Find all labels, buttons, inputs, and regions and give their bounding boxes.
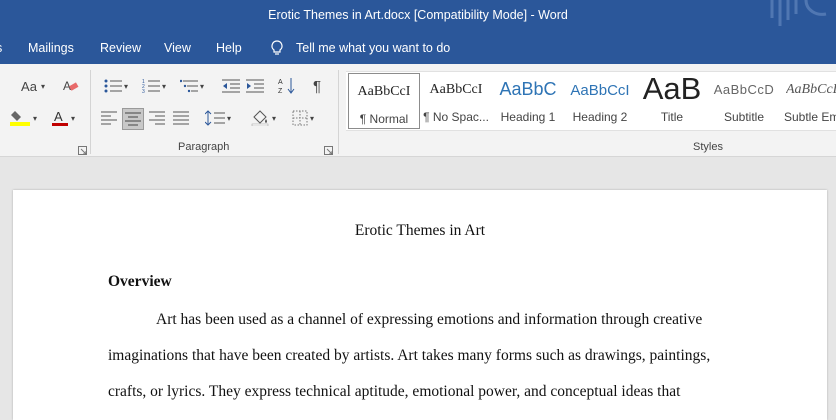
paragraph-group-label: Paragraph [178,141,230,153]
center-button[interactable] [122,108,144,130]
paragraph-line-1: Art has been used as a channel of expres… [156,311,703,328]
clear-formatting-button[interactable]: A [60,76,82,96]
tab-review[interactable]: Review [100,41,141,55]
tab-help[interactable]: Help [216,41,242,55]
borders-button[interactable]: ▾ [286,108,320,128]
style-name: Heading 2 [572,110,628,124]
styles-gallery: AaBbCcI ¶ Normal AaBbCcI ¶ No Spac... Aa… [346,71,836,131]
style-no-spacing[interactable]: AaBbCcI ¶ No Spac... [420,72,492,130]
style-sample: AaBbC [499,79,557,99]
chevron-down-icon: ▾ [161,81,166,91]
style-name: Subtle Em [784,110,836,124]
style-heading-2[interactable]: AaBbCcI Heading 2 [564,72,636,130]
sort-az-icon: AZ [278,78,295,95]
align-right-button[interactable] [146,108,168,128]
tab-mailings[interactable]: Mailings [28,41,74,55]
increase-indent-icon [246,79,264,93]
styles-group-label: Styles [693,141,723,153]
style-name: ¶ Normal [359,112,409,126]
decrease-indent-icon [222,79,240,93]
decrease-indent-button[interactable] [220,76,242,96]
style-normal[interactable]: AaBbCcI ¶ Normal [348,73,420,129]
svg-text:A: A [54,109,63,124]
increase-indent-button[interactable] [244,76,266,96]
bullet-list-icon [104,79,122,93]
ribbon: Aa ▾ A ▾ A ▾ ▾ 123 ▾ ▾ AZ ¶ ▾ ▾ ▾ Paragr… [0,64,836,157]
style-name: Subtitle [723,110,765,124]
pilcrow-icon: ¶ [312,77,322,95]
svg-text:3: 3 [142,89,145,93]
tab-partial[interactable]: s [0,41,2,55]
style-sample: AaB [642,71,702,106]
group-separator [90,70,91,154]
multilevel-list-button[interactable]: ▾ [176,76,208,96]
chevron-down-icon: ▾ [199,81,204,91]
chevron-down-icon: ▾ [309,113,314,123]
section-heading: Overview [108,273,172,290]
align-left-icon [101,111,117,125]
paint-bucket-icon [251,110,269,126]
group-separator [338,70,339,154]
style-sample: AaBbCcI [357,84,411,99]
align-justify-icon [173,111,189,125]
highlighter-icon [9,111,30,126]
style-name: Title [660,110,684,124]
window-title: Erotic Themes in Art.docx [Compatibility… [268,8,568,22]
align-left-button[interactable] [98,108,120,128]
align-center-icon [125,112,141,126]
style-name: ¶ No Spac... [423,110,489,124]
align-right-icon [149,111,165,125]
paragraph-dialog-launcher-icon[interactable] [324,142,333,155]
title-bar: Erotic Themes in Art.docx [Compatibility… [0,0,836,32]
tab-view[interactable]: View [164,41,191,55]
line-spacing-button[interactable]: ▾ [200,108,236,128]
highlight-color-button[interactable]: ▾ [6,108,40,128]
numbered-list-icon: 123 [142,79,160,93]
document-title: Erotic Themes in Art [354,222,486,239]
numbering-button[interactable]: 123 ▾ [138,76,170,96]
svg-text:A: A [278,79,283,86]
style-sample: AaBbCcI [570,82,630,99]
style-sample: AaBbCcD [786,82,836,97]
paragraph-line-3: crafts, or lyrics. They express technica… [108,383,681,400]
font-color-button[interactable]: A ▾ [46,108,80,128]
chevron-down-icon: ▾ [123,81,128,91]
change-case-button[interactable]: Aa ▾ [16,76,50,96]
style-sample: AaBbCcD [713,82,775,97]
font-color-icon: A [51,109,68,126]
borders-icon [292,110,308,126]
chevron-down-icon: ▾ [271,113,276,123]
style-sample: AaBbCcI [429,82,483,97]
style-subtle-emphasis[interactable]: AaBbCcD Subtle Em [780,72,836,130]
chevron-down-icon: ▾ [40,81,45,91]
chevron-down-icon: ▾ [32,113,37,123]
document-page[interactable]: Erotic Themes in Art Overview Art has be… [13,190,827,420]
style-subtitle[interactable]: AaBbCcD Subtitle [708,72,780,130]
sort-button[interactable]: AZ [276,76,298,96]
title-bar-decoration [766,0,836,32]
paragraph-line-2: imaginations that have been created by a… [108,347,711,364]
decoration-art-icon [770,0,827,26]
change-case-label: Aa [21,78,37,94]
multilevel-list-icon [179,79,198,93]
bullets-button[interactable]: ▾ [100,76,132,96]
tell-me-search[interactable]: Tell me what you want to do [296,41,450,55]
style-title[interactable]: AaB Title [636,71,708,130]
ribbon-tabs: s Mailings Review View Help Tell me what… [0,32,836,64]
style-heading-1[interactable]: AaBbC Heading 1 [492,72,564,130]
lightbulb-icon[interactable] [270,40,284,59]
chevron-down-icon: ▾ [226,113,231,123]
style-name: Heading 1 [500,110,556,124]
eraser-icon: A [63,79,79,93]
show-formatting-marks-button[interactable]: ¶ [306,76,328,96]
line-spacing-icon [204,110,225,126]
chevron-down-icon: ▾ [70,113,75,123]
font-dialog-launcher-icon[interactable] [78,142,87,155]
shading-button[interactable]: ▾ [246,108,280,128]
svg-text:Z: Z [278,88,283,95]
justify-button[interactable] [170,108,192,128]
